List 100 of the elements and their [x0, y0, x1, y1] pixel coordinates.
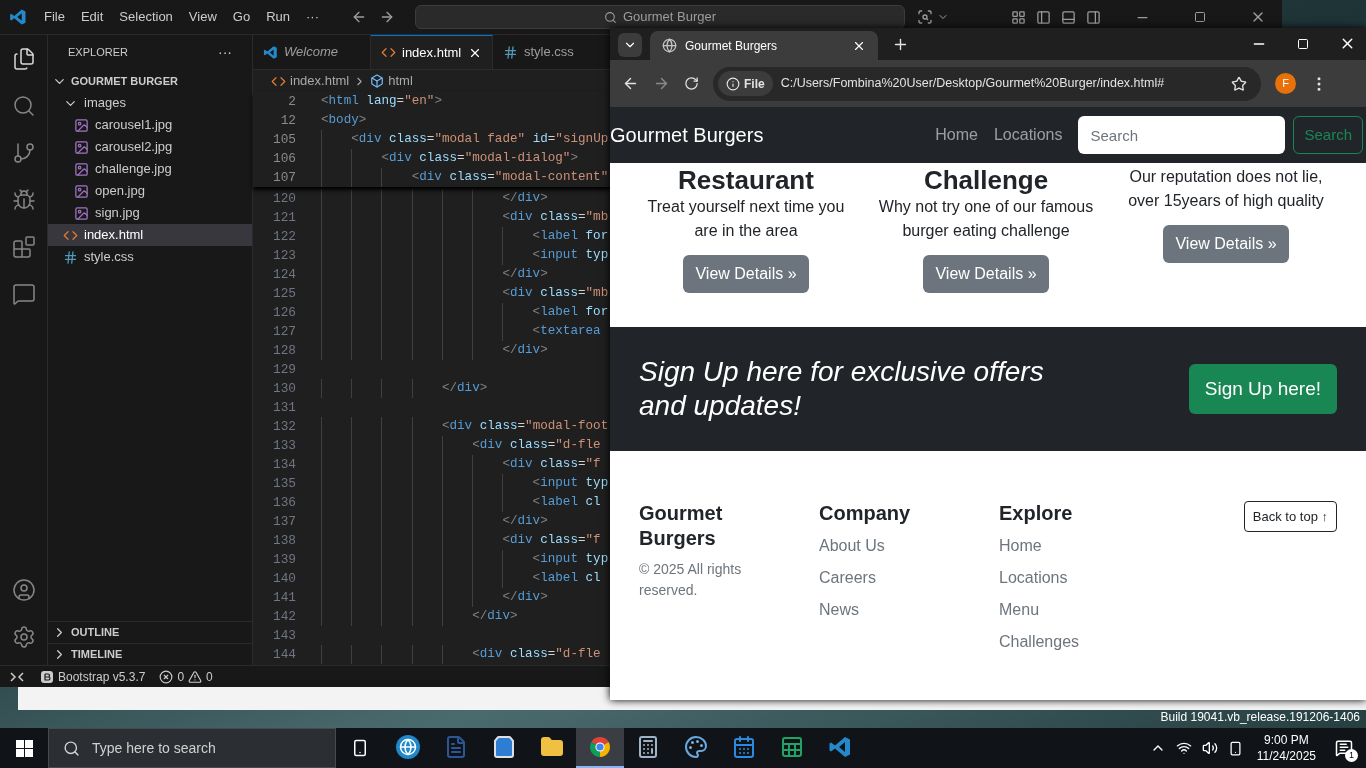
- star-icon[interactable]: [1231, 75, 1247, 92]
- taskbar-button[interactable]: [576, 728, 624, 768]
- footer-link[interactable]: About Us: [819, 534, 999, 558]
- search-icon: [603, 10, 617, 24]
- file-item[interactable]: style.css: [48, 246, 252, 268]
- spreadsheet-icon: [780, 735, 804, 759]
- chat-icon[interactable]: [11, 282, 36, 306]
- nav-link[interactable]: Home: [935, 123, 978, 147]
- maximize-icon[interactable]: [1194, 11, 1206, 23]
- panel-left-icon[interactable]: [1036, 9, 1051, 25]
- file-item[interactable]: carousel2.jpg: [48, 136, 252, 158]
- menu-item[interactable]: View: [180, 7, 225, 27]
- new-tab-icon[interactable]: [892, 36, 909, 53]
- line-number: 136: [271, 493, 296, 512]
- code-text: <div class="mb: [321, 284, 609, 303]
- line-number: 138: [271, 531, 296, 550]
- card-text: Treat yourself next time you are in the area: [646, 197, 846, 241]
- file-item[interactable]: carousel1.jpg: [48, 114, 252, 136]
- clock[interactable]: 9:00 PM 11/24/2025: [1252, 732, 1320, 764]
- image-file-icon: [74, 161, 89, 177]
- blocks-icon[interactable]: [11, 235, 36, 259]
- tab-search-button[interactable]: [618, 33, 642, 57]
- footer-link[interactable]: Challenges: [999, 630, 1179, 654]
- copyright-text: © 2025 All rights reserved.: [639, 560, 743, 600]
- notifications-button[interactable]: 1: [1330, 734, 1358, 762]
- menu-item[interactable]: Edit: [72, 7, 112, 27]
- extension-status[interactable]: Bootstrap v5.3.7: [40, 667, 146, 686]
- code-text: <input typ: [321, 246, 609, 265]
- view-details-button[interactable]: View Details »: [683, 255, 809, 293]
- settings-icon[interactable]: [11, 625, 36, 649]
- address-bar[interactable]: File C:/Users/Fombina%20User/Desktop/Gourmet%20Burger/index.html#: [713, 66, 1261, 101]
- menu-item[interactable]: Go: [224, 7, 259, 27]
- site-info-chip[interactable]: File: [718, 71, 773, 96]
- forward-arrow-icon[interactable]: [653, 75, 670, 92]
- menu-item[interactable]: Run: [258, 7, 298, 27]
- code-text: <body>: [321, 111, 367, 130]
- calculator-icon: [636, 735, 660, 759]
- notification-badge: 1: [1345, 749, 1358, 762]
- back-arrow-icon[interactable]: [622, 75, 639, 92]
- view-details-button[interactable]: View Details »: [923, 255, 1049, 293]
- line-number: 125: [271, 284, 296, 303]
- document-app-icon: [444, 735, 468, 759]
- layout-icon[interactable]: [1011, 9, 1026, 25]
- reload-icon[interactable]: [684, 76, 699, 91]
- info-icon: [726, 76, 740, 91]
- volume-icon[interactable]: [1201, 740, 1218, 756]
- search-field[interactable]: Search: [1078, 116, 1286, 154]
- bug-icon[interactable]: [11, 188, 36, 212]
- footer-link[interactable]: Careers: [819, 566, 999, 590]
- file-item[interactable]: open.jpg: [48, 180, 252, 202]
- problems-status[interactable]: 0 0: [159, 667, 213, 686]
- view-details-button[interactable]: View Details »: [1163, 225, 1289, 263]
- nav-link[interactable]: Locations: [993, 123, 1063, 147]
- account-icon[interactable]: [11, 578, 36, 602]
- files-icon[interactable]: [11, 47, 36, 71]
- footer-link[interactable]: Locations: [999, 566, 1179, 590]
- breadcrumb[interactable]: html: [370, 71, 413, 91]
- browser-tab[interactable]: Gourmet Burgers: [650, 31, 878, 60]
- forward-arrow-icon[interactable]: [379, 9, 395, 25]
- signup-button[interactable]: Sign Up here!: [1188, 364, 1337, 414]
- back-arrow-icon[interactable]: [351, 9, 367, 25]
- line-number: 107: [271, 168, 296, 187]
- device-icon[interactable]: [1227, 740, 1243, 756]
- menu-item[interactable]: ···: [298, 7, 327, 27]
- footer-link[interactable]: News: [819, 598, 999, 622]
- error-icon: [159, 669, 174, 684]
- file-item[interactable]: sign.jpg: [48, 202, 252, 224]
- folder-header[interactable]: GOURMET BURGER: [48, 70, 252, 92]
- editor-tab[interactable]: index.html: [371, 35, 493, 69]
- panel-bottom-icon[interactable]: [1061, 9, 1076, 25]
- site-brand[interactable]: Gourmet Burgers: [610, 120, 764, 150]
- file-item[interactable]: index.html: [48, 224, 252, 246]
- warning-icon: [188, 669, 203, 684]
- search-icon[interactable]: [11, 94, 36, 118]
- file-item[interactable]: challenge.jpg: [48, 158, 252, 180]
- line-number: 123: [271, 246, 296, 265]
- code-text: <label cl: [321, 569, 601, 588]
- time-text: 9:00 PM: [1264, 732, 1309, 748]
- breadcrumb[interactable]: index.html: [271, 71, 350, 91]
- more-actions-button[interactable]: ···: [218, 42, 232, 63]
- back-to-top-button[interactable]: Back to top ↑: [1243, 501, 1337, 532]
- panel-right-icon[interactable]: [1086, 9, 1101, 25]
- footer-link[interactable]: Menu: [999, 598, 1179, 622]
- vscode-logo-icon: [263, 44, 278, 60]
- cube-icon: [370, 74, 385, 88]
- command-center[interactable]: Gourmet Burger: [415, 5, 905, 29]
- line-number: 128: [271, 341, 296, 360]
- wifi-icon[interactable]: [1175, 740, 1192, 756]
- folder-item[interactable]: images: [48, 92, 252, 114]
- branch-icon[interactable]: [11, 141, 36, 165]
- menu-item[interactable]: Selection: [111, 7, 181, 27]
- taskbar-search-field[interactable]: Type here to search: [48, 728, 336, 768]
- code-text: <div class="modal-foot: [321, 417, 609, 436]
- chrome-logo-icon: [588, 735, 612, 759]
- menu-item[interactable]: File: [36, 7, 73, 27]
- globe-icon: [662, 38, 677, 53]
- windows-logo-icon: [15, 739, 33, 757]
- footer-link[interactable]: Home: [999, 534, 1179, 558]
- panel-header[interactable]: OUTLINE: [48, 621, 252, 643]
- command-center-text: Gourmet Burger: [622, 8, 717, 27]
